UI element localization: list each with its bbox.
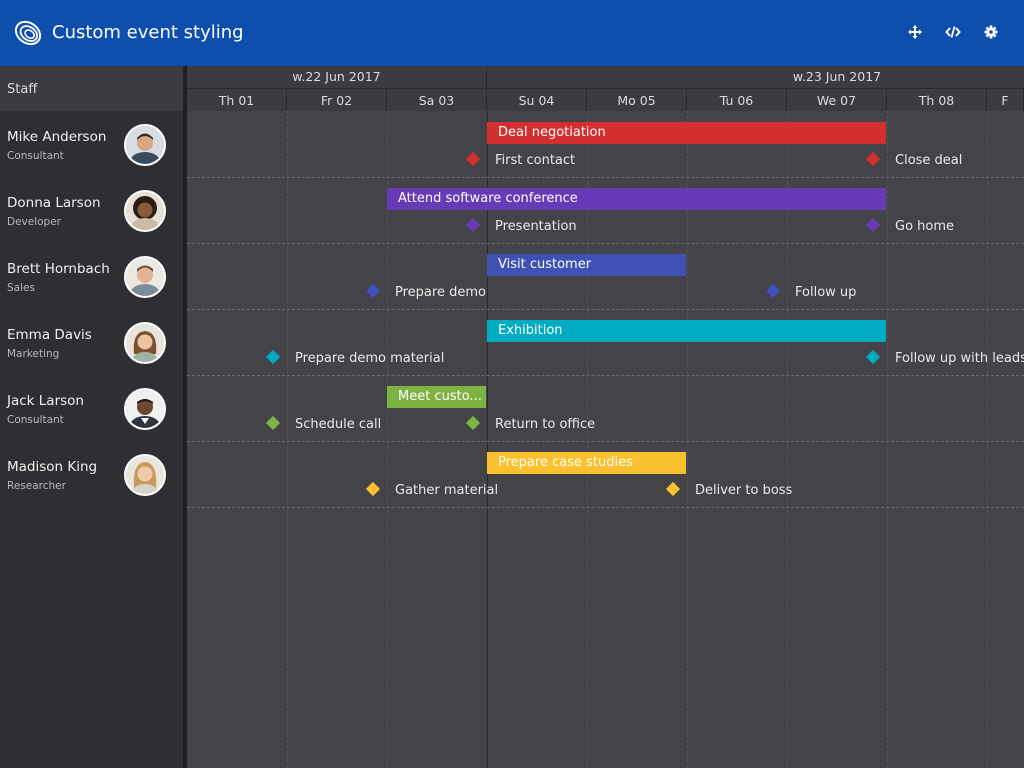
milestone-diamond[interactable]	[765, 283, 781, 299]
milestone-label: Close deal	[895, 153, 963, 168]
column-line	[287, 111, 288, 768]
row-line	[187, 441, 1024, 442]
milestone-label: Deliver to boss	[695, 483, 793, 498]
day-header: Fr 02	[287, 88, 387, 111]
milestone-label: Prepare demo material	[295, 351, 445, 366]
staff-row[interactable]: Jack Larson Consultant	[0, 375, 183, 441]
milestone-label: Follow up with leads	[895, 351, 1024, 366]
milestone-diamond[interactable]	[465, 217, 481, 233]
milestone-diamond[interactable]	[265, 415, 281, 431]
day-header: Th 01	[187, 88, 287, 111]
event-bar[interactable]: Meet custo...	[387, 386, 486, 408]
avatar	[124, 454, 166, 496]
milestone-label: First contact	[495, 153, 576, 168]
staff-name: Madison King	[7, 459, 98, 475]
day-header: We 07	[787, 88, 887, 111]
day-header: Th 08	[887, 88, 987, 111]
event-bar[interactable]: Exhibition	[487, 320, 886, 342]
row-line	[187, 375, 1024, 376]
milestone-label: Follow up	[795, 285, 857, 300]
day-header: Su 04	[487, 88, 587, 111]
staff-role: Developer	[7, 216, 62, 228]
app-header: Custom event styling	[0, 0, 1024, 66]
move-icon[interactable]	[907, 24, 923, 40]
milestone-diamond[interactable]	[865, 217, 881, 233]
row-line	[187, 177, 1024, 178]
staff-row[interactable]: Emma Davis Marketing	[0, 309, 183, 375]
event-bar[interactable]: Prepare case studies	[487, 452, 686, 474]
avatar	[124, 190, 166, 232]
gear-icon[interactable]	[983, 24, 999, 40]
day-header: Mo 05	[587, 88, 687, 111]
staff-name: Brett Hornbach	[7, 261, 110, 277]
milestone-diamond[interactable]	[465, 151, 481, 167]
timeline-header: w.22 Jun 2017 w.23 Jun 2017 Th 01 Fr 02 …	[187, 66, 1024, 111]
milestone-label: Gather material	[395, 483, 499, 498]
staff-role: Consultant	[7, 414, 64, 426]
day-header: Tu 06	[687, 88, 787, 111]
staff-name: Jack Larson	[7, 393, 84, 409]
event-bar[interactable]: Attend software conference	[387, 188, 886, 210]
avatar	[124, 256, 166, 298]
row-line	[187, 507, 1024, 508]
avatar	[124, 322, 166, 364]
day-header: F	[987, 88, 1024, 111]
staff-row[interactable]: Mike Anderson Consultant	[0, 111, 183, 177]
week-header: w.23 Jun 2017	[792, 69, 882, 84]
staff-row[interactable]: Madison King Researcher	[0, 441, 183, 507]
day-header: Sa 03	[387, 88, 487, 111]
code-icon[interactable]	[945, 24, 961, 40]
staff-role: Marketing	[7, 348, 60, 360]
event-bar[interactable]: Deal negotiation	[487, 122, 886, 144]
staff-role: Consultant	[7, 150, 64, 162]
page-title: Custom event styling	[52, 22, 244, 43]
staff-name: Mike Anderson	[7, 129, 107, 145]
milestone-diamond[interactable]	[265, 349, 281, 365]
milestone-label: Return to office	[495, 417, 596, 432]
staff-row[interactable]: Donna Larson Developer	[0, 177, 183, 243]
avatar	[124, 124, 166, 166]
milestone-label: Prepare demo	[395, 285, 486, 300]
milestone-diamond[interactable]	[665, 481, 681, 497]
column-line	[987, 111, 988, 768]
milestone-diamond[interactable]	[865, 151, 881, 167]
milestone-diamond[interactable]	[465, 415, 481, 431]
row-line	[187, 243, 1024, 244]
milestone-label: Go home	[895, 219, 955, 234]
column-line	[887, 111, 888, 768]
staff-role: Researcher	[7, 480, 66, 492]
staff-grid: Staff Mike Anderson Consultant Donna Lar…	[0, 66, 183, 768]
milestone-diamond[interactable]	[365, 283, 381, 299]
milestone-diamond[interactable]	[865, 349, 881, 365]
milestone-label: Presentation	[495, 219, 577, 234]
staff-column-header[interactable]: Staff	[0, 66, 183, 111]
week-header: w.22 Jun 2017	[187, 66, 487, 88]
milestone-diamond[interactable]	[365, 481, 381, 497]
milestone-label: Schedule call	[295, 417, 382, 432]
logo-icon	[14, 20, 42, 46]
staff-name: Donna Larson	[7, 195, 101, 211]
schedule-body[interactable]: Deal negotiation First contact Close dea…	[187, 111, 1024, 768]
staff-name: Emma Davis	[7, 327, 92, 343]
staff-row[interactable]: Brett Hornbach Sales	[0, 243, 183, 309]
avatar	[124, 388, 166, 430]
event-bar[interactable]: Visit customer	[487, 254, 686, 276]
staff-role: Sales	[7, 282, 35, 294]
row-line	[187, 309, 1024, 310]
